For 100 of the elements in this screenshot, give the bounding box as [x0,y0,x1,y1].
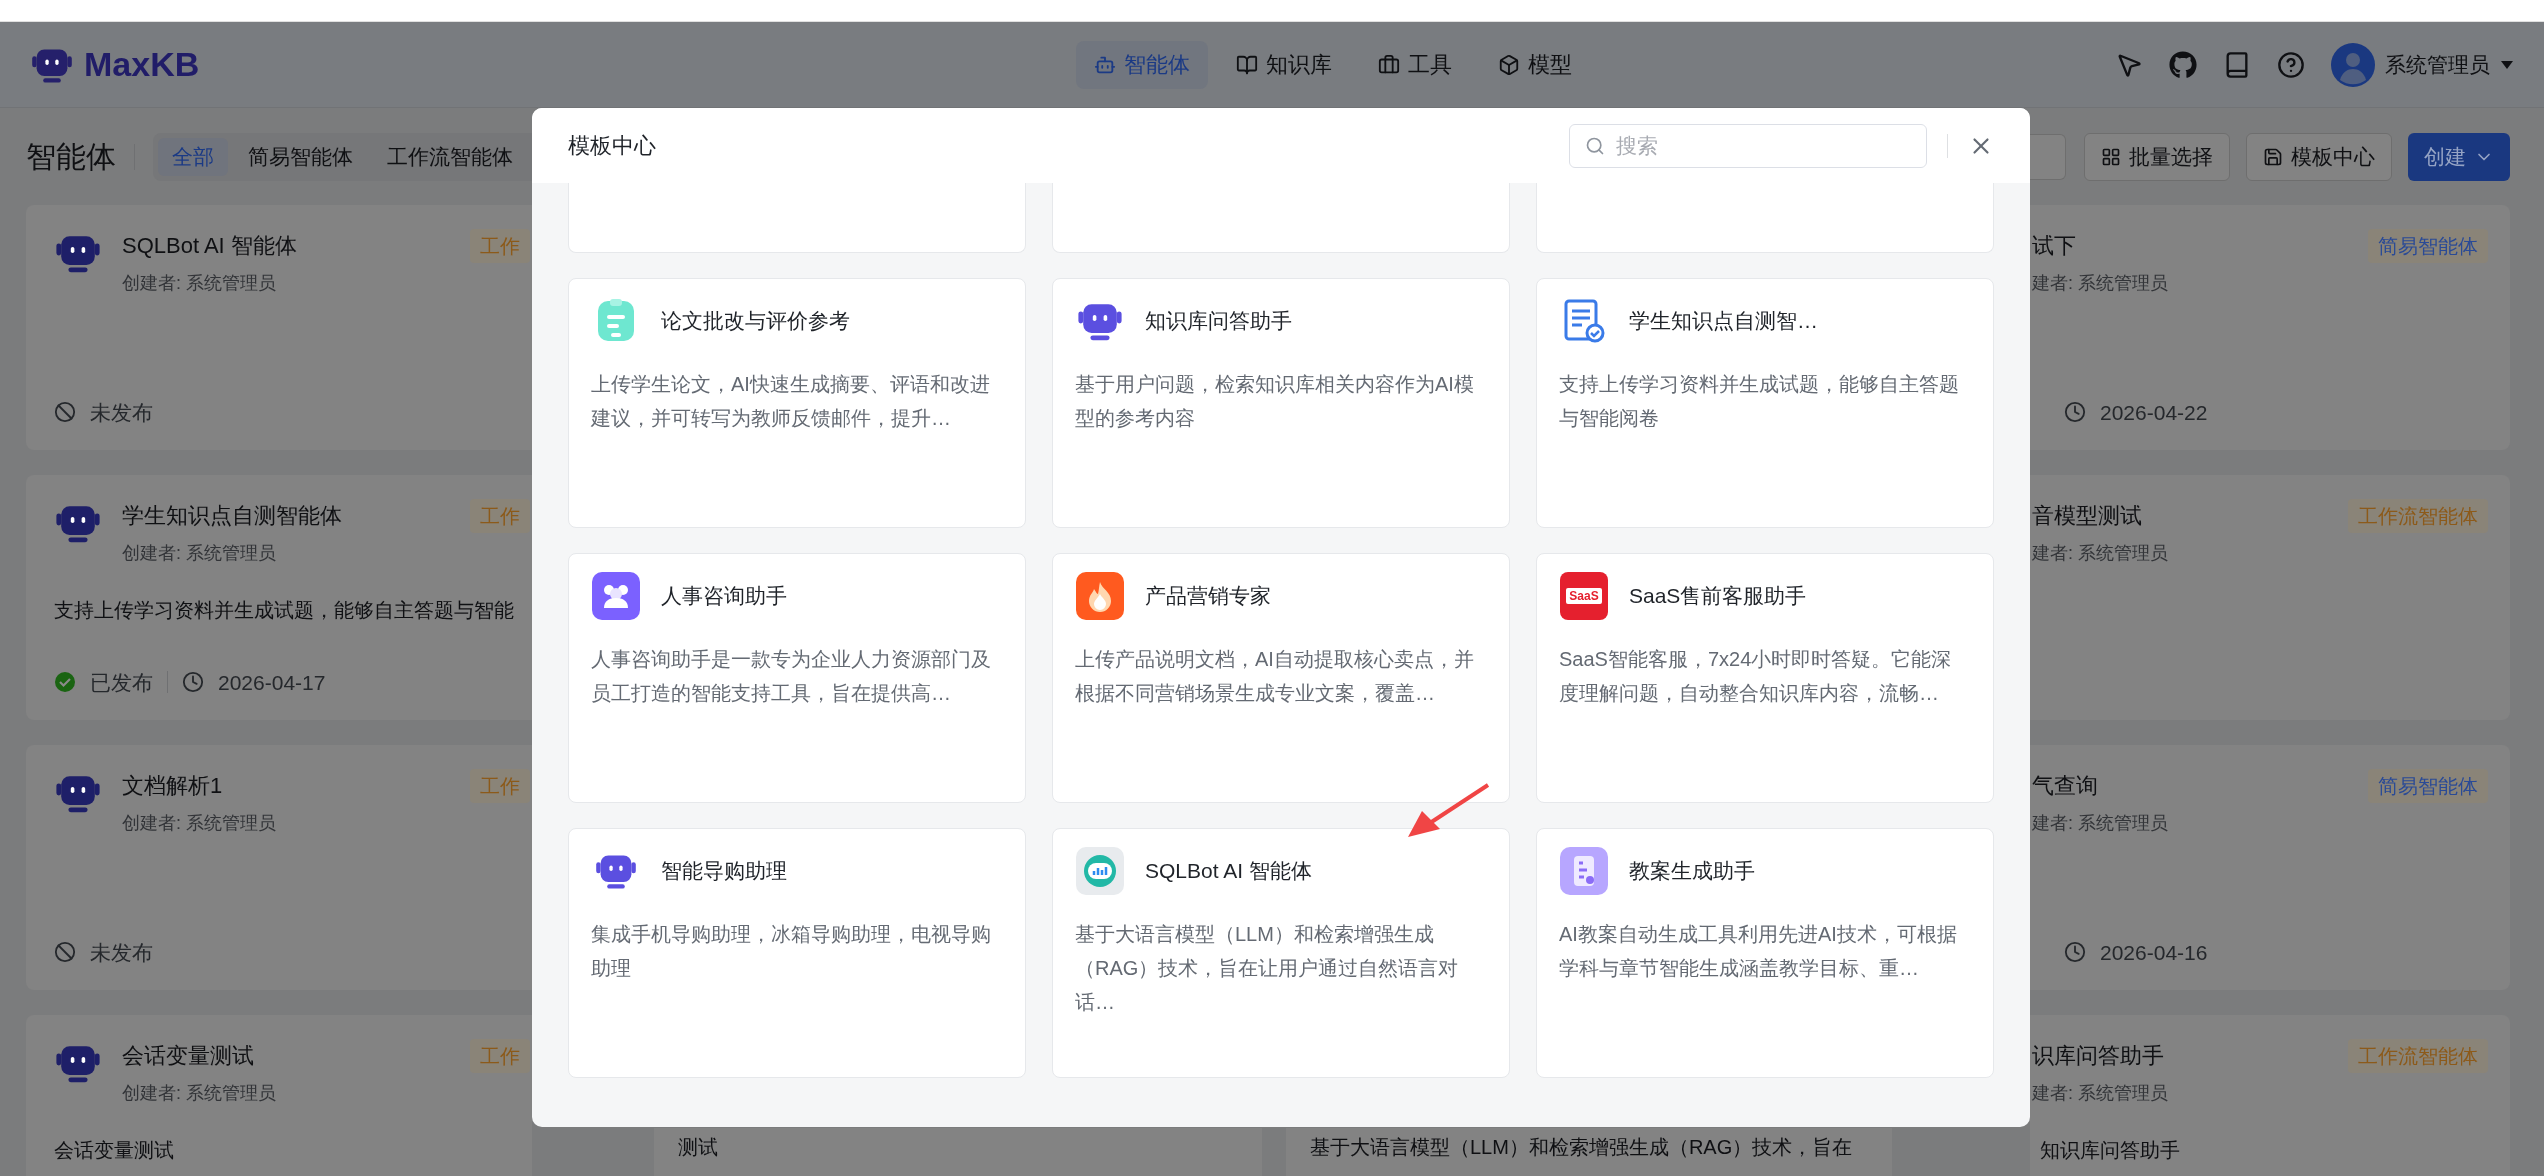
nav-tab[interactable]: 工具 [1359,40,1470,89]
toolbar-button[interactable]: 批量选择 [2084,132,2230,181]
agent-card[interactable]: SQLBot AI 智能体 创建者: 系统管理员 工作 未发布 [26,205,532,450]
type-badge: 工作 [470,1039,530,1073]
agent-card[interactable]: 学生知识点自测智能体 创建者: 系统管理员 工作 支持上传学习资料并生成试题，能够自主答题与智能 已发布 2026-04-17 [26,475,532,720]
filter-tab[interactable]: 工作流智能体 [373,137,527,176]
flame-icon [1076,572,1124,620]
agent-description: 会话变量测试 [54,1138,175,1163]
template-title: 知识库问答助手 [1145,308,1292,335]
type-badge: 简易智能体 [2368,229,2488,263]
cube-icon [1497,53,1520,76]
status-text: 未发布 [90,939,153,966]
template-description: 支持上传学习资料并生成试题，能够自主答题与智能阅卷 [1559,372,1960,431]
template-card[interactable]: 产品营销专家 上传产品说明文档，AI自动提取核心卖点，并根据不同营销场景生成专业文案，覆盖… [1052,553,1510,803]
template-title: 教案生成助手 [1629,858,1755,885]
type-badge: 工作流智能体 [2348,1039,2488,1073]
type-badge: 工作 [470,499,530,533]
grid-icon [2101,146,2121,167]
agent-description: 知识库问答助手 [2039,1138,2181,1163]
agent-card[interactable]: 试下 建者: 系统管理员 简易智能体 2026-04-22 [2030,205,2510,450]
clock-icon [182,671,204,694]
creator-text: 建者: 系统管理员 [2032,272,2169,295]
agent-card[interactable]: 气查询 建者: 系统管理员 简易智能体 2026-04-16 [2030,745,2510,990]
date-text: 2026-04-17 [218,669,326,696]
agent-description: 基于大语言模型（LLM）和检索增强生成（RAG）技术，旨在 [1310,1136,1853,1158]
template-description: 基于大语言模型（LLM）和检索增强生成（RAG）技术，旨在让用户通过自然语言对话… [1075,922,1460,1015]
create-button[interactable]: 创建 [2408,132,2510,181]
agent-card[interactable]: 音模型测试 建者: 系统管理员 工作流智能体 [2030,475,2510,720]
agent-card[interactable]: 文档解析1 创建者: 系统管理员 工作 未发布 [26,745,532,990]
dialog-title: 模板中心 [568,132,656,160]
agent-card[interactable]: 会话变量测试 创建者: 系统管理员 工作 会话变量测试 [26,1015,532,1176]
type-badge: 简易智能体 [2368,769,2488,803]
template-card[interactable]: SQLBot AI 智能体 基于大语言模型（LLM）和检索增强生成（RAG）技术，旨在让用户通过自然语言对话… [1052,828,1510,1078]
nav-tab[interactable]: 模型 [1479,40,1590,89]
template-title: 学生知识点自测智… [1629,308,1818,335]
agent-card[interactable]: 测试 [654,1128,1262,1176]
template-description: 上传学生论文，AI快速生成摘要、评语和改进建议，并可转写为教师反馈邮件，提升… [591,372,991,431]
agent-title: 气查询 [2032,772,2099,800]
agent-description: 支持上传学习资料并生成试题，能够自主答题与智能 [54,598,515,623]
creator-text: 创建者: 系统管理员 [122,542,277,565]
creator-text: 创建者: 系统管理员 [122,812,277,835]
creator-text: 创建者: 系统管理员 [122,272,277,295]
type-badge: 工作 [470,769,530,803]
save-icon [2263,146,2283,167]
user-name[interactable]: 系统管理员 [2385,48,2490,81]
template-card[interactable]: SaaS SaaS售前客服助手 SaaS智能客服，7x24小时即时答疑。它能深度理解问题，自动整合知识库内容，流畅… [1536,553,1994,803]
status-text: 已发布 [90,669,153,696]
clock-icon [2064,401,2086,424]
type-badge: 工作 [470,229,530,263]
template-title: SQLBot AI 智能体 [1145,858,1312,885]
template-description: 基于用户问题，检索知识库相关内容作为AI模型的参考内容 [1075,372,1475,431]
creator-text: 建者: 系统管理员 [2032,812,2169,835]
agent-title: 文档解析1 [122,772,224,800]
agent-card[interactable]: 识库问答助手 建者: 系统管理员 工作流智能体 知识库问答助手 [2030,1015,2510,1176]
filter-tab[interactable]: 简易智能体 [234,137,367,176]
type-badge: 工作流智能体 [2348,499,2488,533]
template-card[interactable]: 论文批改与评价参考 上传学生论文，AI快速生成摘要、评语和改进建议，并可转写为教师反馈邮件，提升… [568,278,1026,528]
lesson-icon [1560,847,1608,895]
creator-text: 建者: 系统管理员 [2032,542,2169,565]
template-title: SaaS售前客服助手 [1629,583,1807,610]
status-text: 未发布 [90,399,153,426]
agent-description: 测试 [678,1136,718,1158]
help-icon[interactable] [2277,50,2305,79]
search-icon [1585,135,1605,156]
template-card[interactable]: 智能导购助理 集成手机导购助理，冰箱导购助理，电视导购助理 [568,828,1026,1078]
clock-icon [2064,941,2086,964]
avatar-icon[interactable] [2331,42,2375,87]
agent-title: 试下 [2032,232,2077,260]
date-text: 2026-04-22 [2100,399,2208,426]
agent-card[interactable]: 基于大语言模型（LLM）和检索增强生成（RAG）技术，旨在 [1286,1128,1892,1176]
template-card[interactable]: 人事咨询助手 人事咨询助手是一款专为企业人力资源部门及员工打造的智能支持工具，旨在提供高… [568,553,1026,803]
toolbar-button[interactable]: 模板中心 [2246,132,2392,181]
book-icon [1235,53,1258,76]
agent-title: 音模型测试 [2032,502,2143,530]
template-card[interactable]: 学生知识点自测智… 支持上传学习资料并生成试题，能够自主答题与智能阅卷 [1536,278,1994,528]
github-icon[interactable] [2169,50,2197,79]
template-title: 人事咨询助手 [661,583,787,610]
template-title: 论文批改与评价参考 [661,308,850,335]
agent-title: 会话变量测试 [122,1042,255,1070]
template-description: AI教案自动生成工具利用先进AI技术，可根据学科与章节智能生成涵盖教学目标、重… [1559,922,1958,981]
template-description: 人事咨询助手是一款专为企业人力资源部门及员工打造的智能支持工具，旨在提供高… [591,647,992,706]
template-card[interactable]: 知识库问答助手 基于用户问题，检索知识库相关内容作为AI模型的参考内容 [1052,278,1510,528]
chart-icon [1076,847,1124,895]
template-description: SaaS智能客服，7x24小时即时答疑。它能深度理解问题，自动整合知识库内容，流畅… [1559,647,1953,706]
date-text: 2026-04-16 [2100,939,2208,966]
template-card[interactable]: 教案生成助手 AI教案自动生成工具利用先进AI技术，可根据学科与章节智能生成涵盖教学目标、重… [1536,828,1994,1078]
saas-logo: SaaS [1560,572,1608,620]
logo-text: MaxKB [84,44,200,85]
agent-title: 学生知识点自测智能体 [122,502,343,530]
template-title: 产品营销专家 [1145,583,1271,610]
toolbox-icon [1377,53,1400,76]
agent-title: 识库问答助手 [2032,1042,2165,1070]
team-icon [592,572,640,620]
template-description: 集成手机导购助理，冰箱导购助理，电视导购助理 [591,922,992,981]
creator-text: 建者: 系统管理员 [2032,1082,2169,1105]
agent-title: SQLBot AI 智能体 [122,232,298,260]
creator-text: 创建者: 系统管理员 [122,1082,277,1105]
page-title: 智能体 [26,139,116,175]
caret-icon[interactable] [2500,59,2514,70]
nav-tab[interactable]: 知识库 [1217,40,1350,89]
